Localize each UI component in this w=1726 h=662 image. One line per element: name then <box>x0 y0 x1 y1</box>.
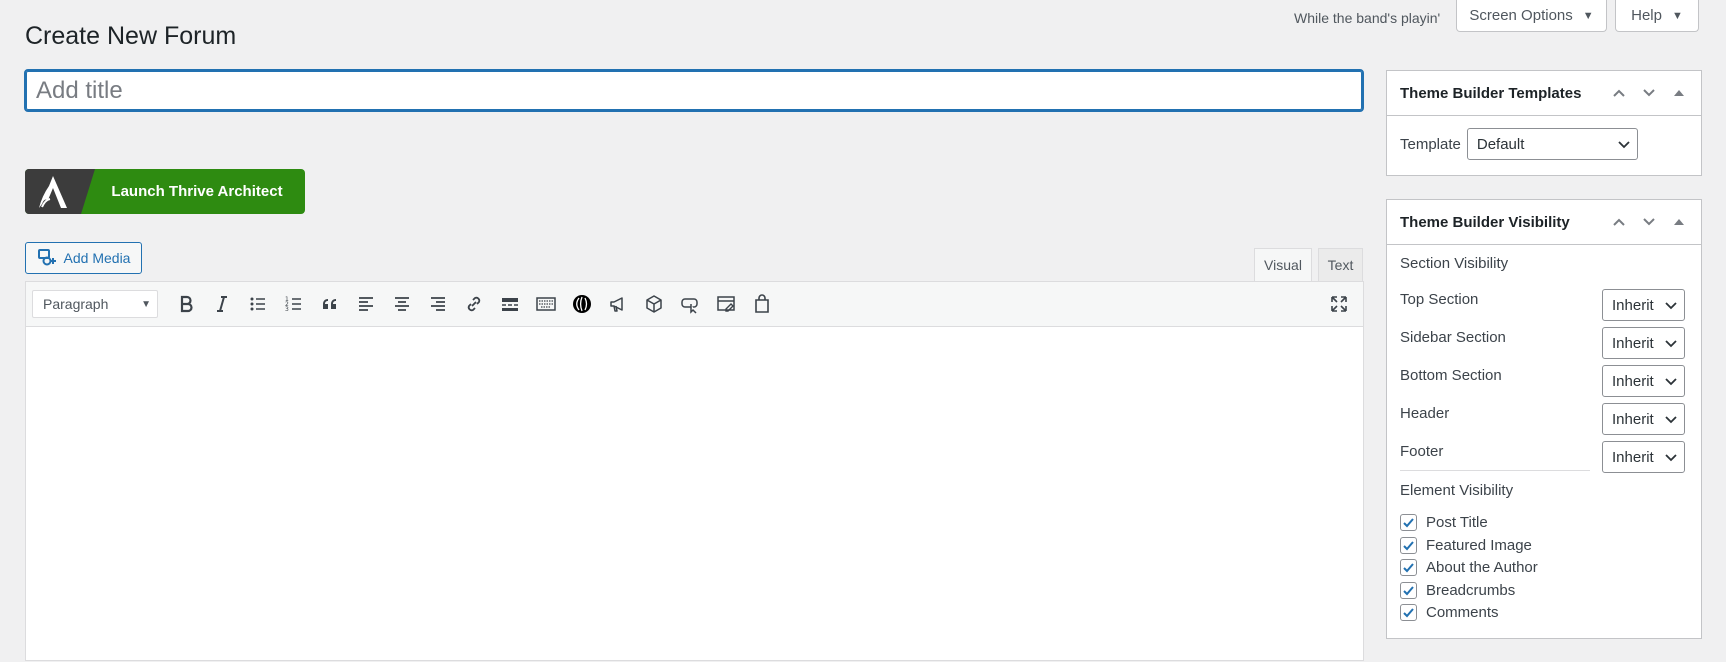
format-select-value: Paragraph <box>43 296 109 312</box>
chevron-down-icon <box>1618 141 1630 149</box>
chevron-down-icon <box>1665 378 1677 386</box>
read-more-icon[interactable] <box>492 288 528 320</box>
footer-label: Footer <box>1400 443 1444 460</box>
cube-icon[interactable] <box>636 288 672 320</box>
caret-down-icon: ▼ <box>141 298 151 310</box>
element-visibility-heading: Element Visibility <box>1400 482 1514 499</box>
tab-text[interactable]: Text <box>1318 248 1363 281</box>
toggle-panel-icon[interactable] <box>1667 81 1691 105</box>
checkbox-checked-icon[interactable] <box>1400 582 1417 599</box>
add-media-icon <box>37 247 57 270</box>
checkbox-label: Featured Image <box>1426 537 1532 554</box>
screen-options-button[interactable]: Screen Options ▼ <box>1456 0 1607 32</box>
about-author-checkbox-row[interactable]: About the Author <box>1400 559 1538 576</box>
add-media-button[interactable]: Add Media <box>25 242 142 274</box>
italic-icon[interactable] <box>204 288 240 320</box>
theme-builder-templates-box: Theme Builder Templates Template Default <box>1386 70 1702 176</box>
top-section-select[interactable]: Inherit <box>1602 289 1685 321</box>
checkbox-checked-icon[interactable] <box>1400 559 1417 576</box>
chevron-down-icon <box>1665 454 1677 462</box>
top-section-label: Top Section <box>1400 291 1479 308</box>
numbered-list-icon[interactable]: 123 <box>276 288 312 320</box>
select-value: Inherit <box>1612 334 1654 352</box>
checkbox-checked-icon[interactable] <box>1400 514 1417 531</box>
button-icon[interactable] <box>672 288 708 320</box>
bottom-section-select[interactable]: Inherit <box>1602 365 1685 397</box>
thrive-architect-label: Launch Thrive Architect <box>111 183 283 200</box>
checkbox-label: Breadcrumbs <box>1426 582 1516 599</box>
checkbox-checked-icon[interactable] <box>1400 537 1417 554</box>
editor-content-area[interactable] <box>26 327 1363 662</box>
bulleted-list-icon[interactable] <box>240 288 276 320</box>
chevron-down-icon <box>1665 416 1677 424</box>
breadcrumbs-checkbox-row[interactable]: Breadcrumbs <box>1400 582 1515 599</box>
caret-down-icon: ▼ <box>1671 9 1683 22</box>
align-center-icon[interactable] <box>384 288 420 320</box>
window-edit-icon[interactable] <box>708 288 744 320</box>
checkbox-label: Comments <box>1426 604 1499 621</box>
header-label: Header <box>1400 405 1450 422</box>
postbox-title: Theme Builder Visibility <box>1400 213 1570 231</box>
checkbox-label: About the Author <box>1426 559 1538 576</box>
template-select-value: Default <box>1476 135 1525 153</box>
select-value: Inherit <box>1612 372 1654 390</box>
section-visibility-heading: Section Visibility <box>1400 255 1509 272</box>
tab-visual[interactable]: Visual <box>1254 248 1312 281</box>
help-label: Help <box>1631 7 1662 24</box>
post-title-checkbox-row[interactable]: Post Title <box>1400 514 1488 531</box>
header-select[interactable]: Inherit <box>1602 403 1685 435</box>
fullscreen-icon[interactable] <box>1321 288 1357 320</box>
toggle-panel-icon[interactable] <box>1667 210 1691 234</box>
select-value: Inherit <box>1612 448 1654 466</box>
keyboard-icon[interactable] <box>528 288 564 320</box>
postbox-title: Theme Builder Templates <box>1400 84 1582 102</box>
post-title-input[interactable] <box>24 69 1364 112</box>
footer-select[interactable]: Inherit <box>1602 441 1685 473</box>
theme-builder-visibility-box: Theme Builder Visibility Section Visibil… <box>1386 199 1702 639</box>
align-right-icon[interactable] <box>420 288 456 320</box>
move-up-icon[interactable] <box>1607 210 1631 234</box>
move-down-icon[interactable] <box>1637 210 1661 234</box>
template-select[interactable]: Default <box>1466 128 1638 160</box>
bottom-section-label: Bottom Section <box>1400 367 1502 384</box>
page-title: Create New Forum <box>25 22 237 50</box>
svg-text:3: 3 <box>285 306 289 313</box>
sidebar-section-label: Sidebar Section <box>1400 329 1506 346</box>
checkbox-checked-icon[interactable] <box>1400 604 1417 621</box>
move-down-icon[interactable] <box>1637 81 1661 105</box>
caret-down-icon: ▼ <box>1582 9 1594 22</box>
editor-toolbar: Paragraph ▼ 123 <box>26 282 1363 327</box>
megaphone-icon[interactable] <box>600 288 636 320</box>
shopping-bag-icon[interactable] <box>744 288 780 320</box>
screen-options-label: Screen Options <box>1469 7 1573 24</box>
launch-thrive-architect-button[interactable]: Launch Thrive Architect <box>25 169 305 214</box>
select-value: Inherit <box>1612 410 1654 428</box>
checkbox-label: Post Title <box>1426 514 1488 531</box>
link-icon[interactable] <box>456 288 492 320</box>
bold-icon[interactable] <box>168 288 204 320</box>
add-media-label: Add Media <box>63 250 131 266</box>
template-label: Template <box>1400 135 1461 153</box>
chevron-down-icon <box>1665 302 1677 310</box>
format-select[interactable]: Paragraph ▼ <box>32 290 158 318</box>
move-up-icon[interactable] <box>1607 81 1631 105</box>
select-value: Inherit <box>1612 296 1654 314</box>
thrive-architect-logo-icon <box>25 169 95 214</box>
blockquote-icon[interactable] <box>312 288 348 320</box>
chevron-down-icon <box>1665 340 1677 348</box>
comments-checkbox-row[interactable]: Comments <box>1400 604 1499 621</box>
featured-image-checkbox-row[interactable]: Featured Image <box>1400 537 1532 554</box>
thrive-icon[interactable] <box>564 288 600 320</box>
sidebar-section-select[interactable]: Inherit <box>1602 327 1685 359</box>
divider <box>1400 470 1590 471</box>
hello-dolly-lyric: While the band's playin' <box>1294 10 1441 26</box>
content-editor: Paragraph ▼ 123 <box>25 281 1364 661</box>
help-button[interactable]: Help ▼ <box>1615 0 1699 32</box>
postbox-header: Theme Builder Visibility <box>1387 200 1701 245</box>
postbox-header: Theme Builder Templates <box>1387 71 1701 116</box>
align-left-icon[interactable] <box>348 288 384 320</box>
